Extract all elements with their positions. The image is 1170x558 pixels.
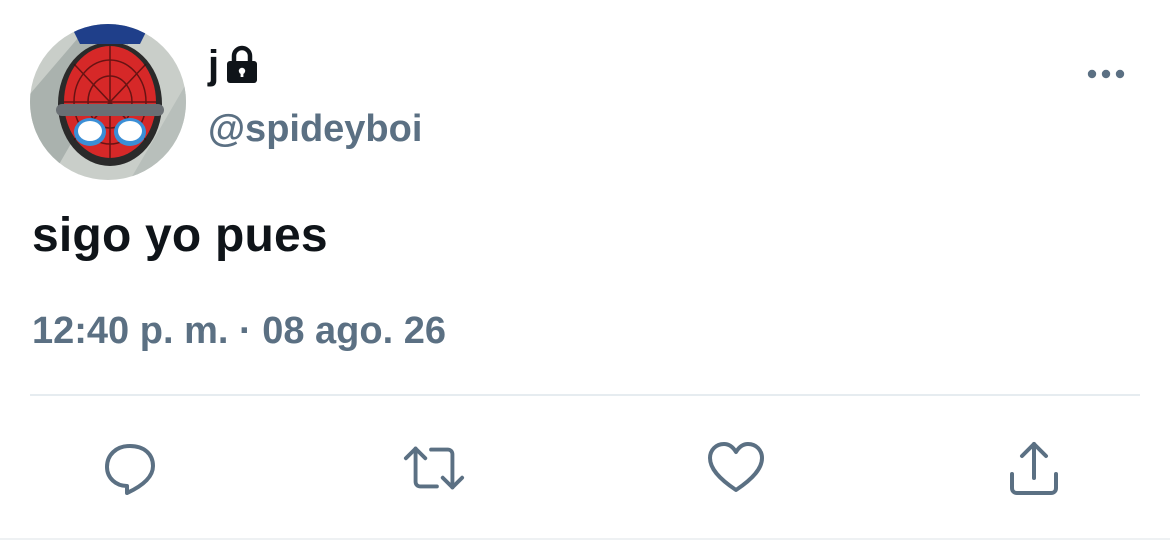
avatar[interactable]: [30, 24, 186, 180]
tweet-text: sigo yo pues: [32, 209, 328, 262]
tweet-timestamp[interactable]: 12:40 p. m. · 08 ago. 26: [32, 312, 446, 350]
reply-button[interactable]: [98, 436, 162, 500]
tweet-date: 08 ago. 26: [262, 310, 446, 352]
user-handle[interactable]: @spideyboi: [208, 110, 422, 148]
retweet-icon: [403, 446, 465, 490]
display-name[interactable]: j: [208, 45, 219, 85]
divider: [30, 394, 1140, 396]
timestamp-separator: ·: [238, 310, 252, 352]
reply-icon: [105, 444, 155, 495]
bottom-divider: [0, 538, 1170, 540]
spider-man-avatar-image: [30, 24, 186, 180]
share-icon: [1010, 442, 1058, 495]
retweet-button[interactable]: [402, 436, 466, 500]
lock-icon: [223, 45, 261, 85]
more-icon: [1087, 69, 1125, 79]
more-button[interactable]: [1078, 56, 1134, 92]
share-button[interactable]: [1002, 436, 1066, 500]
display-name-row: j: [208, 38, 261, 92]
tweet-time: 12:40 p. m.: [32, 310, 229, 352]
like-button[interactable]: [704, 436, 768, 500]
heart-icon: [708, 442, 764, 492]
